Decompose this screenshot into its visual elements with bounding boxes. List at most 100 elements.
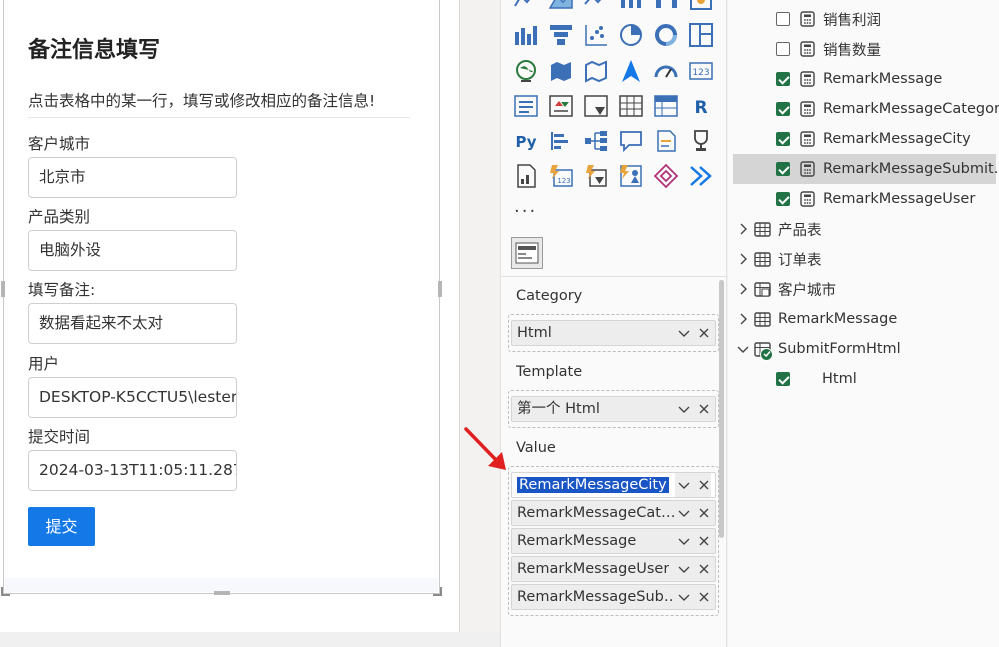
chevron-right-icon[interactable] — [736, 223, 750, 235]
resize-corner-bottom-left[interactable] — [1, 587, 10, 596]
chevron-down-icon[interactable] — [677, 506, 691, 520]
table-item[interactable]: 产品表 — [728, 214, 999, 244]
slicer-icon[interactable] — [583, 93, 609, 119]
area-chart-icon[interactable] — [548, 0, 574, 12]
close-icon[interactable] — [697, 562, 711, 576]
metrics-icon[interactable] — [653, 163, 679, 189]
chevron-down-icon[interactable] — [736, 343, 750, 355]
table-item[interactable]: 订单表 — [728, 244, 999, 274]
checkbox-checked[interactable] — [776, 102, 790, 116]
key-influencers-icon[interactable] — [548, 128, 574, 154]
field-item[interactable]: RemarkMessageCategory — [728, 94, 999, 124]
field-pill-label-selected[interactable]: RemarkMessageCity — [517, 477, 669, 493]
ribbon-chart-icon[interactable] — [618, 0, 644, 12]
chevron-down-icon[interactable] — [677, 562, 691, 576]
checkbox[interactable] — [776, 12, 790, 26]
narrative-visual-icon[interactable] — [653, 128, 679, 154]
field-item[interactable]: RemarkMessage — [728, 64, 999, 94]
line-chart-icon[interactable] — [513, 0, 539, 12]
chevron-right-icon[interactable] — [736, 283, 750, 295]
chevron-down-icon[interactable] — [677, 590, 691, 604]
field-pill[interactable]: RemarkMessageCateg... — [511, 500, 716, 526]
chevron-down-icon[interactable] — [677, 402, 691, 416]
checkbox-checked[interactable] — [776, 192, 790, 206]
power-apps-icon[interactable] — [618, 163, 644, 189]
close-icon[interactable] — [697, 478, 711, 492]
chevron-right-icon[interactable] — [736, 253, 750, 265]
matrix-visual-icon[interactable] — [653, 93, 679, 119]
azure-map-icon[interactable] — [618, 58, 644, 84]
checkbox-checked[interactable] — [776, 372, 790, 386]
user-input[interactable]: DESKTOP-K5CCTU5\lester — [28, 377, 237, 418]
chevron-down-icon[interactable] — [677, 534, 691, 548]
funnel-chart-icon[interactable] — [548, 22, 574, 48]
field-item-hovered[interactable]: RemarkMessageSubmit... — [733, 154, 999, 184]
category-well[interactable]: Html — [508, 314, 719, 352]
r-visual-icon[interactable]: R — [688, 93, 714, 119]
pane-scrollbar[interactable] — [719, 280, 724, 538]
resize-handle-bottom[interactable] — [214, 591, 230, 595]
resize-corner-bottom-right[interactable] — [433, 587, 442, 596]
gauge-icon[interactable] — [653, 58, 679, 84]
python-visual-icon[interactable]: Py — [513, 128, 539, 154]
scatter-chart-icon[interactable] — [583, 22, 609, 48]
remark-input[interactable]: 数据看起来不太对 — [28, 303, 237, 344]
close-icon[interactable] — [697, 590, 711, 604]
template-well[interactable]: 第一个 Html — [508, 390, 719, 428]
stacked-area-icon[interactable] — [583, 0, 609, 12]
power-automate-icon[interactable] — [583, 163, 609, 189]
close-icon[interactable] — [697, 534, 711, 548]
field-item[interactable]: 销售数量 — [728, 34, 999, 64]
pie-chart-icon[interactable] — [618, 22, 644, 48]
waterfall-chart-icon[interactable] — [653, 0, 679, 12]
treemap-icon[interactable] — [688, 22, 714, 48]
checkbox-checked[interactable] — [776, 72, 790, 86]
paginated-report-icon[interactable] — [513, 163, 539, 189]
kpi-icon[interactable] — [548, 93, 574, 119]
donut-chart-icon[interactable] — [653, 22, 679, 48]
resize-handle-left[interactable] — [1, 281, 5, 297]
field-pill[interactable]: RemarkMessageUser — [511, 556, 716, 582]
checkbox-checked[interactable] — [776, 162, 790, 176]
qa-visual-icon[interactable] — [618, 128, 644, 154]
more-visuals-button[interactable]: ... — [514, 196, 537, 217]
shape-map-icon[interactable] — [583, 58, 609, 84]
city-input[interactable]: 北京市 — [28, 157, 237, 198]
submit-button[interactable]: 提交 — [28, 507, 95, 546]
table-item[interactable]: RemarkMessage — [728, 304, 999, 334]
field-item[interactable]: Html — [728, 364, 999, 394]
field-pill[interactable]: RemarkMessage — [511, 528, 716, 554]
chevron-right-icon[interactable] — [736, 313, 750, 325]
html-form-visual[interactable]: 备注信息填写 点击表格中的某一行，填写或修改相应的备注信息! 客户城市 北京市 … — [1, 0, 442, 596]
checkbox[interactable] — [776, 42, 790, 56]
map-chart-icon[interactable] — [688, 0, 714, 12]
custom-html-visual-icon[interactable] — [511, 237, 543, 269]
filled-map-icon[interactable] — [548, 58, 574, 84]
chevron-visual-icon[interactable] — [688, 163, 714, 189]
card-icon[interactable]: 123 — [688, 58, 714, 84]
field-pill[interactable]: RemarkMessageSubm... — [511, 584, 716, 610]
table-item[interactable]: 客户城市 — [728, 274, 999, 304]
resize-handle-right[interactable] — [438, 281, 442, 297]
table-visual-icon[interactable] — [618, 93, 644, 119]
close-icon[interactable] — [697, 326, 711, 340]
chevron-down-icon[interactable] — [677, 478, 691, 492]
combo-chart-icon[interactable] — [513, 22, 539, 48]
decomposition-tree-icon[interactable] — [583, 128, 609, 154]
power-apps-card-icon[interactable]: 123 — [548, 163, 574, 189]
field-item[interactable]: RemarkMessageUser — [728, 184, 999, 214]
field-pill[interactable]: 第一个 Html — [511, 396, 716, 422]
field-item[interactable]: 销售利润 — [728, 4, 999, 34]
globe-map-icon[interactable] — [513, 58, 539, 84]
field-item[interactable]: RemarkMessageCity — [728, 124, 999, 154]
field-pill-editing[interactable]: RemarkMessageCity — [511, 472, 716, 498]
submit-time-input[interactable]: 2024-03-13T11:05:11.2872 — [28, 450, 237, 491]
goals-trophy-icon[interactable] — [688, 128, 714, 154]
table-item-expanded[interactable]: SubmitFormHtml — [728, 334, 999, 364]
checkbox-checked[interactable] — [776, 132, 790, 146]
multi-row-card-icon[interactable] — [513, 93, 539, 119]
value-well[interactable]: RemarkMessageCity RemarkMessageCateg... … — [508, 466, 719, 616]
field-pill[interactable]: Html — [511, 320, 716, 346]
chevron-down-icon[interactable] — [677, 326, 691, 340]
close-icon[interactable] — [697, 402, 711, 416]
